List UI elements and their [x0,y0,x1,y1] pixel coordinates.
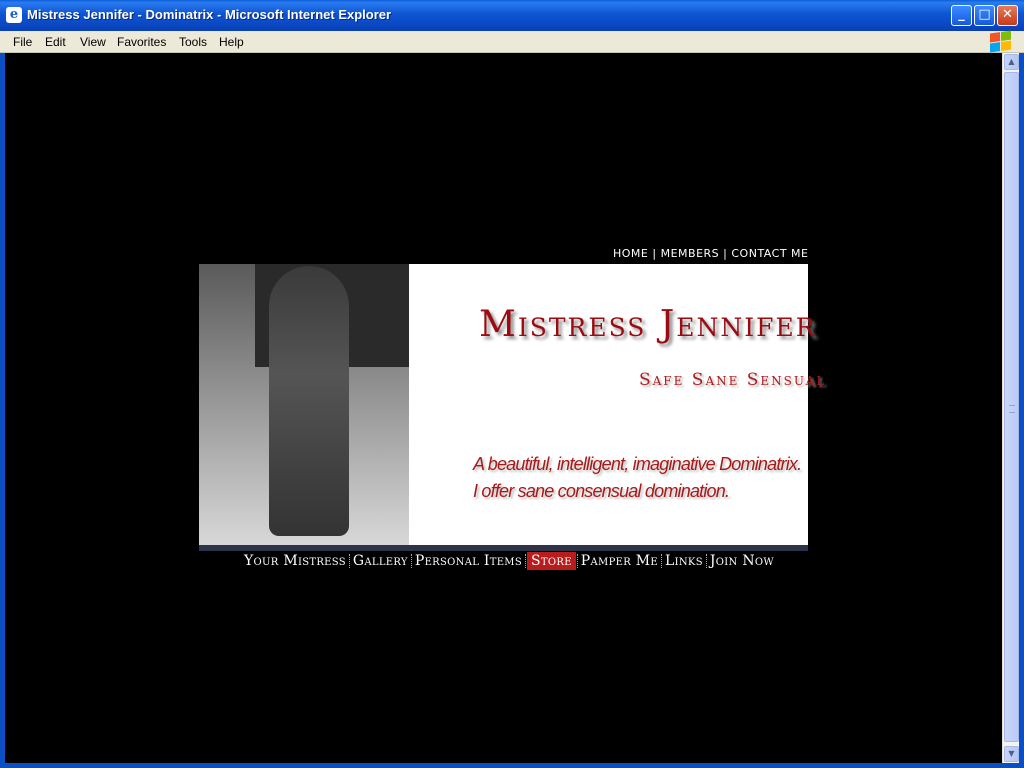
window-title: Mistress Jennifer - Dominatrix - Microso… [27,7,392,22]
minimize-button[interactable]: _ [951,5,972,26]
nav-links[interactable]: Links [663,552,705,570]
nav-pamper-me[interactable]: Pamper Me [579,552,660,570]
nav-members-link[interactable]: MEMBERS [661,247,720,260]
top-nav: HOME | MEMBERS | CONTACT ME [613,247,808,260]
scroll-up-icon[interactable]: ▲ [1004,54,1019,70]
maximize-button[interactable]: □ [974,5,995,26]
close-button[interactable]: ✕ [997,5,1018,26]
menu-edit[interactable]: Edit [45,35,66,49]
window-frame-right [1019,53,1024,768]
nav-divider [661,554,663,568]
header-banner: Mistress Jennifer Safe Sane Sensual A be… [199,264,824,545]
page-content: HOME | MEMBERS | CONTACT ME Mistress Jennife… [5,53,1002,763]
nav-divider [576,554,578,568]
nav-personal-items[interactable]: Personal Items [413,552,524,570]
nav-separator: | [723,247,728,260]
nav-divider [348,554,350,568]
nav-gallery[interactable]: Gallery [351,552,410,570]
menu-tools[interactable]: Tools [179,35,207,49]
windows-logo-icon [990,30,1012,53]
grip-icon [1009,405,1015,413]
site-description: A beautiful, intelligent, imaginative Do… [473,451,802,505]
nav-separator: | [652,247,657,260]
site-brand: Mistress Jennifer [479,304,817,345]
description-line: A beautiful, intelligent, imaginative Do… [473,454,802,474]
window-titlebar: e Mistress Jennifer - Dominatrix - Micro… [0,0,1024,31]
nav-divider [525,554,526,568]
figure-shape [269,266,349,536]
vertical-scrollbar[interactable]: ▲ ▼ [1002,53,1019,763]
window-frame-left [0,53,5,768]
menu-help[interactable]: Help [219,35,244,49]
nav-your-mistress[interactable]: Your Mistress [242,552,348,570]
nav-home-link[interactable]: HOME [613,247,648,260]
menu-favorites[interactable]: Favorites [117,35,166,49]
scroll-thumb[interactable] [1004,72,1019,742]
nav-join-now[interactable]: Join Now [708,552,776,570]
menu-view[interactable]: View [80,35,106,49]
scroll-down-icon[interactable]: ▼ [1004,746,1019,762]
nav-store[interactable]: Store [527,552,576,570]
nav-divider [705,554,707,568]
menu-file[interactable]: File [13,35,32,49]
main-nav: Your Mistress Gallery Personal Items Store P… [242,552,776,570]
mistress-photo [199,264,409,545]
nav-contact-link[interactable]: CONTACT ME [731,247,808,260]
ie-icon[interactable]: e [6,7,22,23]
site-tagline: Safe Sane Sensual [639,370,827,390]
banner-divider [199,545,808,551]
nav-divider [410,554,412,568]
description-line: I offer sane consensual domination. [473,481,730,501]
menu-bar: File Edit View Favorites Tools Help [0,30,1024,53]
window-frame-bottom [0,763,1024,768]
